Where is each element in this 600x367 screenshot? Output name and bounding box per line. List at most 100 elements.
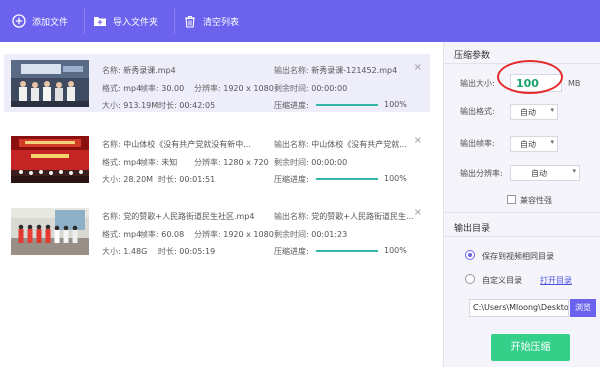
clear-list-label: 清空列表 <box>203 17 240 28</box>
file-framerate: 30.00 <box>161 84 185 93</box>
resolution-label: 分辨率: <box>194 230 221 239</box>
import-folder-button[interactable]: 导入文件夹 <box>84 8 166 34</box>
progress-percent: 100% <box>384 246 407 255</box>
video-thumbnail <box>11 60 89 107</box>
progress-bar <box>316 250 378 252</box>
remove-file-icon[interactable]: × <box>414 135 422 146</box>
output-size-unit: MB <box>568 79 581 88</box>
open-dir-link[interactable]: 打开目录 <box>540 275 572 286</box>
remove-file-icon[interactable]: × <box>414 62 422 73</box>
output-framerate-label: 输出帧率: <box>460 139 495 148</box>
file-size: 1.48G <box>123 247 148 256</box>
resolution-label: 分辨率: <box>194 158 221 167</box>
size-label: 大小: <box>102 175 121 184</box>
save-same-dir-label: 保存到视频相同目录 <box>482 252 554 261</box>
divider <box>444 212 600 213</box>
chevron-down-icon: ▾ <box>550 106 554 114</box>
file-resolution: 1920 x 1080 <box>223 84 274 93</box>
name-label: 名称: <box>102 212 121 221</box>
progress-label: 压缩进度: <box>274 247 309 256</box>
size-label: 大小: <box>102 247 121 256</box>
file-format: mp4 <box>123 158 142 167</box>
custom-dir-label: 自定义目录 <box>482 276 522 285</box>
video-thumbnail <box>11 136 89 183</box>
output-name: 中山体校《没有共产党就... <box>311 140 407 149</box>
remove-file-icon[interactable]: × <box>414 207 422 218</box>
file-duration: 00:01:51 <box>179 175 216 184</box>
compat-checkbox[interactable] <box>507 195 516 204</box>
output-path-field[interactable]: C:\Users\Mloong\Desktop <box>469 299 569 317</box>
output-name: 新秀录课-121452.mp4 <box>311 66 398 75</box>
output-format-select[interactable]: 自动 ▾ <box>510 104 558 120</box>
plus-circle-icon <box>12 14 26 28</box>
chevron-down-icon: ▾ <box>550 138 554 146</box>
progress-label: 压缩进度: <box>274 175 309 184</box>
output-resolution-select[interactable]: 自动 ▾ <box>510 165 580 181</box>
format-label: 格式: <box>102 158 121 167</box>
compat-label: 兼容性强 <box>520 196 552 205</box>
format-label: 格式: <box>102 230 121 239</box>
output-format-label: 输出格式: <box>460 107 495 116</box>
remaining-label: 剩余时间: <box>274 230 309 239</box>
output-framerate-value: 自动 <box>520 140 536 149</box>
highlight-circle <box>497 60 563 94</box>
progress-label: 压缩进度: <box>274 101 309 110</box>
file-row[interactable]: 名称: 党的赞歌+人民路街道民生社区.mp4 格式: mp4 帧率: 60.08… <box>4 202 430 260</box>
output-format-value: 自动 <box>520 108 536 117</box>
start-compress-button[interactable]: 开始压缩 <box>491 334 570 361</box>
save-same-dir-radio[interactable] <box>465 250 475 260</box>
progress-bar <box>316 104 378 106</box>
remaining-time: 00:01:23 <box>311 230 348 239</box>
add-file-label: 添加文件 <box>32 17 69 28</box>
file-name: 新秀录课.mp4 <box>123 66 176 75</box>
progress-bar <box>316 178 378 180</box>
file-name: 中山体校《没有共产党就没有新中... <box>123 140 251 149</box>
output-name: 党的赞歌+人民路街道民生... <box>311 212 414 221</box>
file-row[interactable]: 名称: 中山体校《没有共产党就没有新中... 格式: mp4 帧率: 未知 分辨… <box>4 130 430 188</box>
remaining-time: 00:00:00 <box>311 84 348 93</box>
compress-params-title: 压缩参数 <box>454 51 491 61</box>
divider <box>444 236 600 237</box>
file-list: 名称: 新秀录课.mp4 格式: mp4 帧率: 30.00 分辨率: 1920… <box>0 54 432 354</box>
custom-dir-radio[interactable] <box>465 274 475 284</box>
duration-label: 时长: <box>158 247 177 256</box>
remaining-time: 00:00:00 <box>311 158 348 167</box>
chevron-down-icon: ▾ <box>572 167 576 175</box>
name-label: 名称: <box>102 66 121 75</box>
output-size-label: 输出大小: <box>460 79 495 88</box>
import-folder-label: 导入文件夹 <box>113 17 159 28</box>
browse-button[interactable]: 浏览 <box>570 299 596 317</box>
size-label: 大小: <box>102 101 121 110</box>
output-resolution-label: 输出分辨率: <box>460 169 503 178</box>
remaining-label: 剩余时间: <box>274 158 309 167</box>
framerate-label: 帧率: <box>140 230 159 239</box>
file-resolution: 1280 x 720 <box>223 158 269 167</box>
progress-percent: 100% <box>384 100 407 109</box>
output-framerate-select[interactable]: 自动 ▾ <box>510 136 558 152</box>
name-label: 名称: <box>102 140 121 149</box>
file-size: 913.19M <box>123 101 159 110</box>
clear-list-button[interactable]: 清空列表 <box>174 8 247 34</box>
add-file-button[interactable]: 添加文件 <box>4 8 76 34</box>
file-size: 28.20M <box>123 175 154 184</box>
output-resolution-value: 自动 <box>531 169 547 178</box>
framerate-label: 帧率: <box>140 84 159 93</box>
duration-label: 时长: <box>158 175 177 184</box>
format-label: 格式: <box>102 84 121 93</box>
file-format: mp4 <box>123 230 142 239</box>
toolbar: 添加文件 导入文件夹 清空列表 <box>0 0 600 42</box>
progress-percent: 100% <box>384 174 407 183</box>
file-name: 党的赞歌+人民路街道民生社区.mp4 <box>123 212 255 221</box>
folder-plus-icon <box>93 14 107 28</box>
output-dir-title: 输出目录 <box>454 224 491 234</box>
file-format: mp4 <box>123 84 142 93</box>
output-name-label: 输出名称: <box>274 140 309 149</box>
output-name-label: 输出名称: <box>274 66 309 75</box>
file-framerate: 60.08 <box>161 230 185 239</box>
settings-panel: 压缩参数 输出大小: 100 MB 输出格式: 自动 ▾ 输出帧率: 自动 ▾ … <box>443 42 600 367</box>
file-framerate: 未知 <box>161 158 178 167</box>
video-thumbnail <box>11 208 89 255</box>
file-duration: 00:05:19 <box>179 247 216 256</box>
file-row[interactable]: 名称: 新秀录课.mp4 格式: mp4 帧率: 30.00 分辨率: 1920… <box>4 54 430 112</box>
trash-icon <box>183 14 197 28</box>
